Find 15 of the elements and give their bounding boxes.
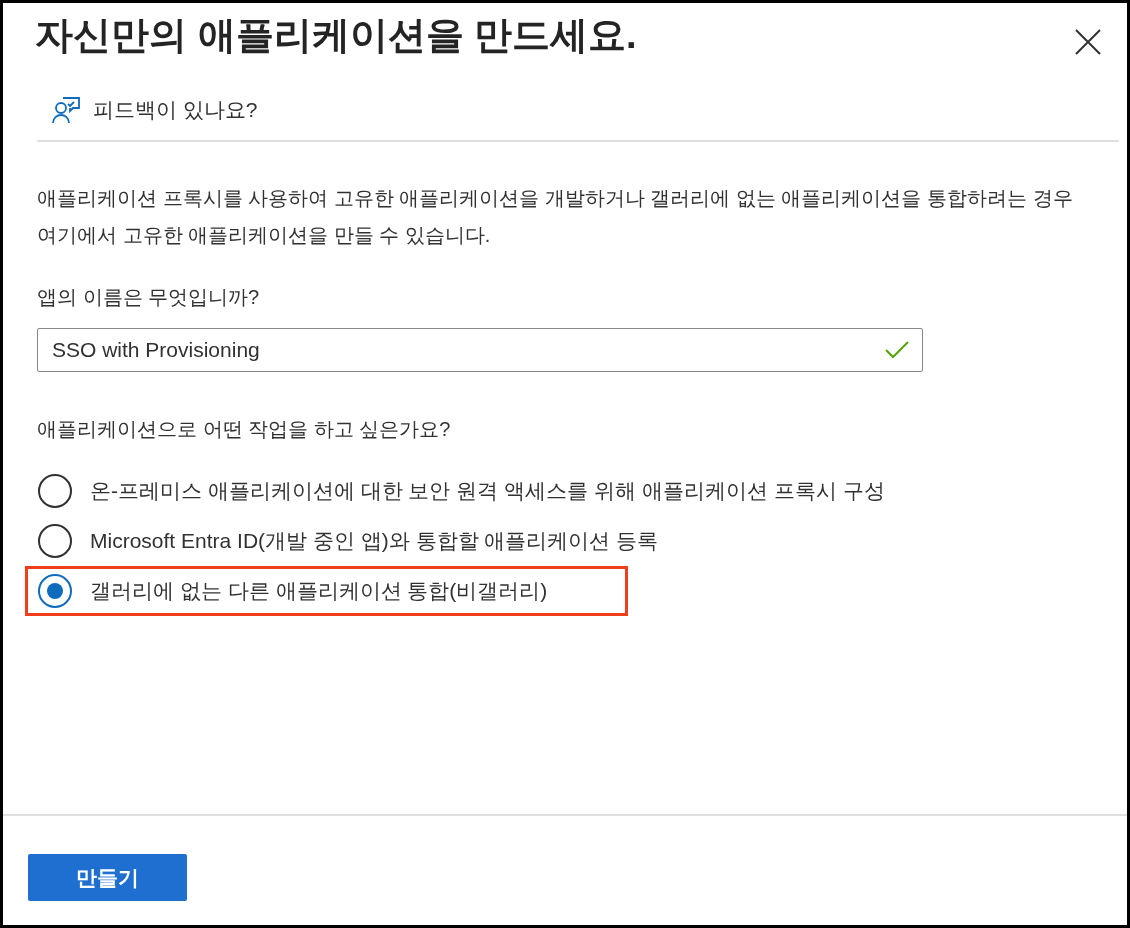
dialog-title: 자신만의 애플리케이션을 만드세요. (35, 13, 637, 58)
radio-button[interactable] (38, 523, 72, 558)
option-label: 갤러리에 없는 다른 애플리케이션 통합(비갤러리) (90, 578, 548, 605)
close-button[interactable] (1073, 27, 1103, 57)
radio-button[interactable] (38, 473, 72, 508)
description-text: 애플리케이션 프록시를 사용하여 고유한 애플리케이션을 개발하거나 갤러리에 없는 애플리케이션을 통합하려는 경우 여기에서 고유한 애플리케이션을 만들 수 있습니다. (37, 185, 1074, 248)
option-label: 온-프레미스 애플리케이션에 대한 보안 원격 액세스를 위해 애플리케이션 프록시 구성 (90, 478, 885, 505)
radio-button[interactable] (38, 573, 72, 608)
feedback-icon (51, 95, 81, 126)
create-button[interactable]: 만들기 (28, 854, 187, 901)
app-name-field[interactable]: SSO with Provisioning (37, 327, 923, 372)
field-label: 앱의 이름은 무엇입니까? (37, 284, 261, 310)
option-label: Microsoft Entra ID(개발 중인 앱)와 통합할 애플리케이션 등록 (90, 528, 659, 555)
feedback-link[interactable]: 피드백이 있나요? (93, 94, 258, 126)
question-label: 애플리케이션으로 어떤 작업을 하고 싶은가요? (37, 416, 452, 442)
